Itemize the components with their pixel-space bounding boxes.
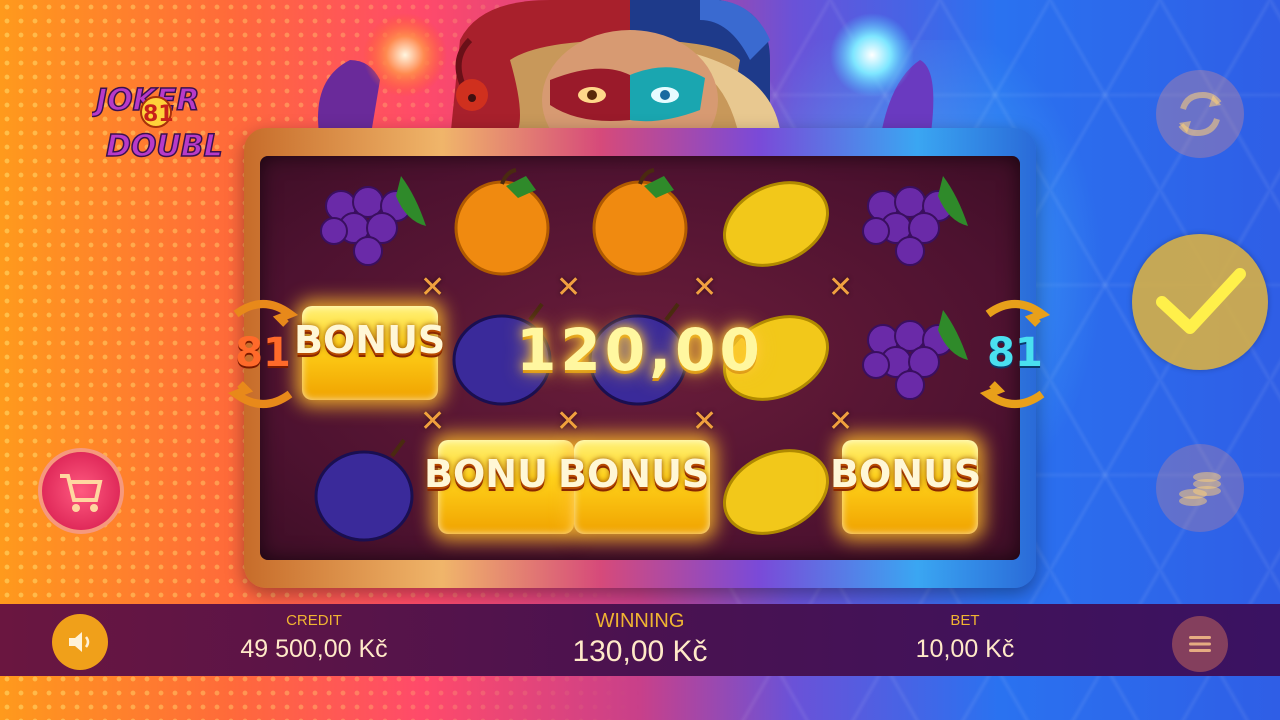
shopping-cart-icon (60, 474, 103, 512)
credit-value: 49 500,00 Kč (240, 635, 388, 663)
svg-text:DOUBLE: DOUBLE (106, 129, 222, 164)
x-marker: ✕ (420, 270, 446, 305)
plum-symbol (314, 438, 414, 542)
grapes-symbol (862, 176, 968, 266)
lemon-symbol (722, 181, 830, 267)
credit-label: CREDIT (286, 612, 342, 629)
orange-symbol (454, 168, 550, 276)
win-amount: 120,00 (516, 316, 764, 384)
buy-feature-button[interactable] (38, 448, 124, 534)
orange-symbol (592, 168, 688, 276)
ways-count: 81 (235, 330, 291, 376)
autoplay-button[interactable] (1156, 70, 1244, 158)
check-icon (1156, 268, 1246, 334)
winning-value: 130,00 Kč (572, 635, 708, 668)
winning-display: WINNING 130,00 Kč (540, 610, 740, 669)
bet-label: BET (950, 612, 980, 629)
spin-confirm-button[interactable] (1132, 234, 1268, 370)
lemon-symbol (722, 449, 830, 535)
grapes-symbol (320, 176, 426, 266)
bonus-label: BONUS (558, 452, 710, 496)
hamburger-menu-icon (1189, 636, 1211, 652)
speaker-icon (69, 632, 90, 652)
jester-character (318, 0, 934, 140)
winning-label: WINNING (595, 610, 685, 632)
coins-icon (1179, 472, 1221, 506)
bonus-label: BONUS (830, 452, 982, 496)
menu-button[interactable] (1172, 616, 1228, 672)
ways-badge-right: 81 (978, 294, 1052, 414)
autoplay-icon (1178, 91, 1222, 137)
bonus-label: BONUS (294, 318, 446, 362)
bonus-label: BONU (424, 452, 548, 496)
ways-badge-left: 81 (226, 294, 300, 414)
grapes-symbol (862, 310, 968, 400)
bet-display: BET 10,00 Kč (865, 612, 1065, 664)
bet-coins-button[interactable] (1156, 444, 1244, 532)
game-logo: JOKER 81 DOUBLE (92, 82, 222, 165)
ways-count: 81 (987, 330, 1043, 376)
sound-button[interactable] (52, 614, 108, 670)
credit-display: CREDIT 49 500,00 Kč (214, 612, 414, 664)
bottom-status-bar: CREDIT 49 500,00 Kč WINNING 130,00 Kč BE… (0, 604, 1280, 676)
svg-text:81: 81 (143, 102, 174, 127)
bet-value: 10,00 Kč (915, 635, 1015, 663)
x-marker: ✕ (420, 404, 446, 439)
